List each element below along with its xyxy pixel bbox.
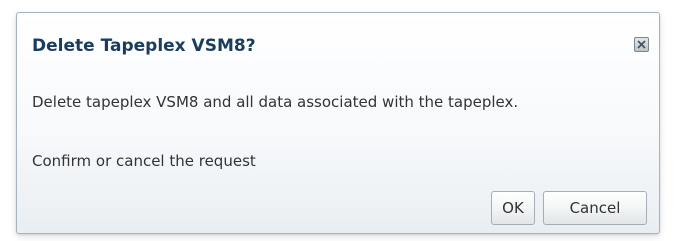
close-icon: [637, 40, 646, 49]
dialog-prompt: Confirm or cancel the request: [32, 152, 256, 170]
dialog-message: Delete tapeplex VSM8 and all data associ…: [32, 93, 519, 111]
delete-tapeplex-dialog: Delete Tapeplex VSM8? Delete tapeplex VS…: [16, 12, 660, 234]
dialog-title: Delete Tapeplex VSM8?: [32, 36, 256, 56]
cancel-button[interactable]: Cancel: [543, 191, 647, 225]
dialog-title-bar: Delete Tapeplex VSM8?: [17, 13, 659, 73]
ok-button[interactable]: OK: [491, 191, 535, 225]
close-button[interactable]: [634, 37, 649, 52]
